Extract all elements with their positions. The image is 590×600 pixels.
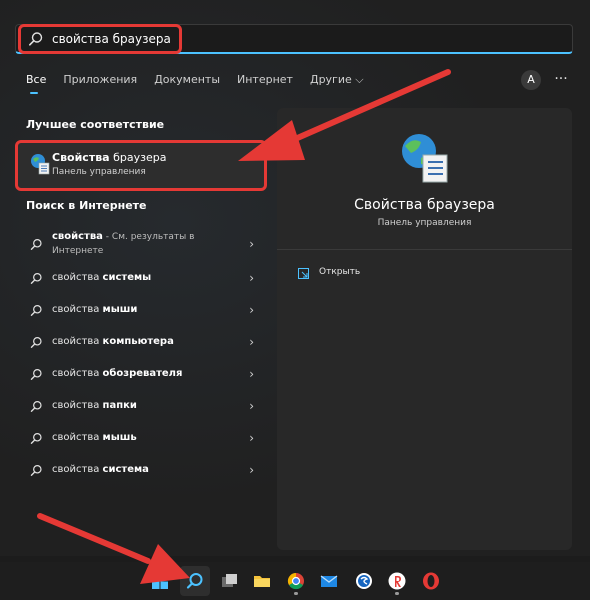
internet-options-icon: [402, 134, 448, 183]
detail-pane: Свойства браузера Панель управления Откр…: [277, 108, 572, 550]
search-icon: [30, 336, 42, 348]
web-search-heading: Поиск в Интернете: [26, 199, 147, 212]
list-item[interactable]: свойства системы ›: [18, 262, 264, 294]
list-item[interactable]: свойства мышь ›: [18, 422, 264, 454]
list-item[interactable]: свойства компьютера ›: [18, 326, 264, 358]
filter-tabs: Все Приложения Документы Интернет Другие…: [26, 73, 381, 94]
opera-icon: [423, 572, 439, 590]
start-search-panel: свойства браузера Все Приложения Докумен…: [0, 0, 590, 556]
avatar[interactable]: A: [521, 70, 541, 90]
list-item[interactable]: свойства папки ›: [18, 390, 264, 422]
tab-all[interactable]: Все: [26, 73, 46, 94]
list-item[interactable]: свойства обозревателя ›: [18, 358, 264, 390]
chrome-button[interactable]: [281, 566, 311, 596]
search-icon: [30, 272, 42, 284]
file-explorer-button[interactable]: [247, 566, 277, 596]
skype-icon: [356, 573, 372, 589]
list-item-label: свойства - См. результаты в Интернете: [52, 231, 195, 256]
chevron-right-icon: ›: [249, 463, 254, 477]
list-item-label: свойства обозревателя: [52, 368, 183, 379]
open-action[interactable]: Открыть: [319, 267, 360, 277]
search-icon: [30, 400, 42, 412]
list-item-label: свойства система: [52, 464, 149, 475]
chevron-right-icon: ›: [249, 303, 254, 317]
start-button[interactable]: [145, 566, 175, 596]
more-options-icon[interactable]: ···: [551, 70, 571, 90]
list-item[interactable]: свойства система ›: [18, 454, 264, 486]
list-item[interactable]: свойства - См. результаты в Интернете ›: [18, 226, 264, 262]
tab-web[interactable]: Интернет: [237, 73, 293, 93]
list-item-label: свойства мышь: [52, 432, 137, 443]
divider: [277, 249, 572, 250]
start-icon: [152, 573, 168, 589]
tab-apps[interactable]: Приложения: [63, 73, 137, 93]
search-icon: [30, 432, 42, 444]
running-indicator: [294, 592, 298, 595]
list-item[interactable]: свойства мыши ›: [18, 294, 264, 326]
list-item-label: свойства системы: [52, 272, 152, 283]
file-explorer-icon: [254, 576, 270, 587]
web-results-list: свойства - См. результаты в Интернете › …: [18, 226, 264, 486]
mail-button[interactable]: [314, 566, 344, 596]
search-icon: [30, 368, 42, 380]
list-item-label: свойства папки: [52, 400, 137, 411]
search-icon: [186, 573, 203, 589]
search-taskbar-button[interactable]: [180, 566, 210, 596]
open-icon: [298, 268, 309, 279]
yandex-browser-icon: [388, 572, 406, 590]
chevron-right-icon: ›: [249, 431, 254, 445]
search-icon: [30, 304, 42, 316]
detail-title: Свойства браузера: [354, 197, 495, 213]
chevron-right-icon: ›: [249, 399, 254, 413]
chevron-right-icon: ›: [249, 335, 254, 349]
tab-more[interactable]: Другие ⌵: [310, 73, 364, 93]
chevron-right-icon: ›: [249, 237, 254, 251]
tab-documents[interactable]: Документы: [154, 73, 220, 93]
list-item-label: свойства мыши: [52, 304, 138, 315]
annotation-highlight-result: [15, 140, 267, 191]
detail-subtitle: Панель управления: [377, 218, 472, 228]
chrome-icon: [287, 572, 304, 590]
task-view-icon: [222, 574, 237, 587]
running-indicator: [395, 592, 399, 595]
opera-button[interactable]: [416, 566, 446, 596]
search-icon: [30, 238, 42, 250]
list-item-label: свойства компьютера: [52, 336, 174, 347]
yandex-browser-button[interactable]: [382, 566, 412, 596]
taskbar: [0, 562, 590, 600]
chevron-right-icon: ›: [249, 271, 254, 285]
search-icon: [30, 464, 42, 476]
chevron-right-icon: ›: [249, 367, 254, 381]
best-match-heading: Лучшее соответствие: [26, 118, 165, 131]
task-view-button[interactable]: [214, 566, 244, 596]
mail-icon: [320, 575, 338, 587]
annotation-highlight-search: [18, 24, 182, 54]
skype-button[interactable]: [349, 566, 379, 596]
